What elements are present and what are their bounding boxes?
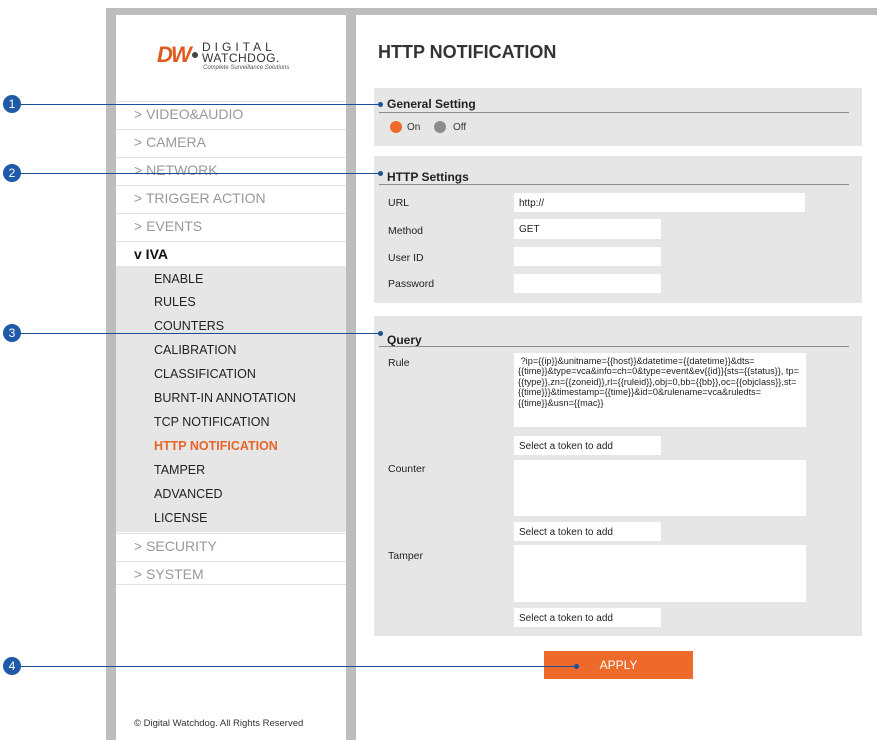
- user-id-label: User ID: [388, 252, 424, 264]
- callout-badge-3: 3: [3, 324, 21, 342]
- password-label: Password: [388, 278, 435, 290]
- logo-tagline: Complete Surveillance Solutions: [203, 65, 290, 71]
- counter-textarea[interactable]: [514, 460, 806, 516]
- http-settings-panel: HTTP Settings URL http:// Method GET Use…: [374, 156, 862, 303]
- tamper-textarea[interactable]: [514, 545, 806, 602]
- tamper-token-select[interactable]: Select a token to add: [514, 608, 661, 627]
- brand-logo: DW DIGITAL WATCHDOG. Complete Surveillan…: [157, 38, 307, 78]
- http-settings-divider: [379, 184, 849, 185]
- query-title: Query: [387, 333, 422, 347]
- callout-line-4: [10, 666, 576, 667]
- submenu-enable[interactable]: ENABLE: [154, 269, 203, 289]
- callout-badge-2: 2: [3, 164, 21, 182]
- submenu-license[interactable]: LICENSE: [154, 508, 208, 528]
- menu-item-system[interactable]: > SYSTEM: [116, 561, 346, 585]
- page-title: HTTP NOTIFICATION: [378, 42, 557, 62]
- tamper-label: Tamper: [388, 550, 424, 562]
- menu-item-camera[interactable]: > CAMERA: [116, 129, 346, 153]
- user-id-input[interactable]: [514, 247, 661, 266]
- menu-item-events[interactable]: > EVENTS: [116, 213, 346, 237]
- callout-dot-2: [378, 171, 383, 176]
- copyright-footer: © Digital Watchdog. All Rights Reserved: [134, 718, 304, 729]
- submenu-advanced[interactable]: ADVANCED: [154, 484, 223, 504]
- radio-on[interactable]: [390, 121, 402, 133]
- general-setting-panel: General Setting On Off: [374, 88, 862, 146]
- submenu-classification[interactable]: CLASSIFICATION: [154, 364, 256, 384]
- logo-line2: WATCHDOG.: [202, 51, 280, 65]
- submenu-tamper[interactable]: TAMPER: [154, 460, 205, 480]
- callout-dot-4: [574, 664, 579, 669]
- callout-badge-4: 4: [3, 657, 21, 675]
- menu-item-security[interactable]: > SECURITY: [116, 533, 346, 557]
- menu-item-trigger-action[interactable]: > TRIGGER ACTION: [116, 185, 346, 209]
- callout-line-2: [10, 173, 380, 174]
- submenu-tcp-notification[interactable]: TCP NOTIFICATION: [154, 412, 270, 432]
- submenu-rules[interactable]: RULES: [154, 292, 196, 312]
- radio-off[interactable]: [434, 121, 446, 133]
- submenu-http-notification[interactable]: HTTP NOTIFICATION: [154, 436, 278, 456]
- menu-item-iva[interactable]: v IVA: [116, 241, 346, 265]
- radio-on-label: On: [407, 122, 421, 133]
- callout-line-3: [10, 333, 380, 334]
- menu-item-network[interactable]: > NETWORK: [116, 157, 346, 181]
- callout-line-1: [10, 104, 380, 105]
- rule-token-select[interactable]: Select a token to add: [514, 436, 661, 455]
- general-setting-title: General Setting: [387, 97, 476, 111]
- query-panel: Query Rule ?ip={{ip}}&unitname={{host}}&…: [374, 316, 862, 636]
- radio-off-label: Off: [453, 122, 467, 133]
- logo-mark: DW: [157, 42, 192, 67]
- query-divider: [379, 346, 849, 347]
- general-setting-divider: [379, 112, 849, 113]
- counter-token-select[interactable]: Select a token to add: [514, 522, 661, 541]
- url-label: URL: [388, 197, 410, 209]
- apply-button[interactable]: APPLY: [544, 651, 693, 679]
- submenu-calibration[interactable]: CALIBRATION: [154, 340, 236, 360]
- method-select[interactable]: GET: [514, 219, 661, 239]
- logo-dot: [192, 52, 198, 58]
- method-label: Method: [388, 225, 424, 237]
- password-input[interactable]: [514, 274, 661, 293]
- counter-label: Counter: [388, 463, 426, 475]
- rule-textarea[interactable]: ?ip={{ip}}&unitname={{host}}&datetime={{…: [514, 353, 806, 427]
- callout-dot-1: [378, 102, 383, 107]
- callout-badge-1: 1: [3, 95, 21, 113]
- rule-label: Rule: [388, 357, 410, 369]
- submenu-burnt-in-annotation[interactable]: BURNT-IN ANNOTATION: [154, 388, 296, 408]
- http-settings-title: HTTP Settings: [387, 170, 469, 184]
- url-input[interactable]: http://: [514, 193, 805, 212]
- callout-dot-3: [378, 331, 383, 336]
